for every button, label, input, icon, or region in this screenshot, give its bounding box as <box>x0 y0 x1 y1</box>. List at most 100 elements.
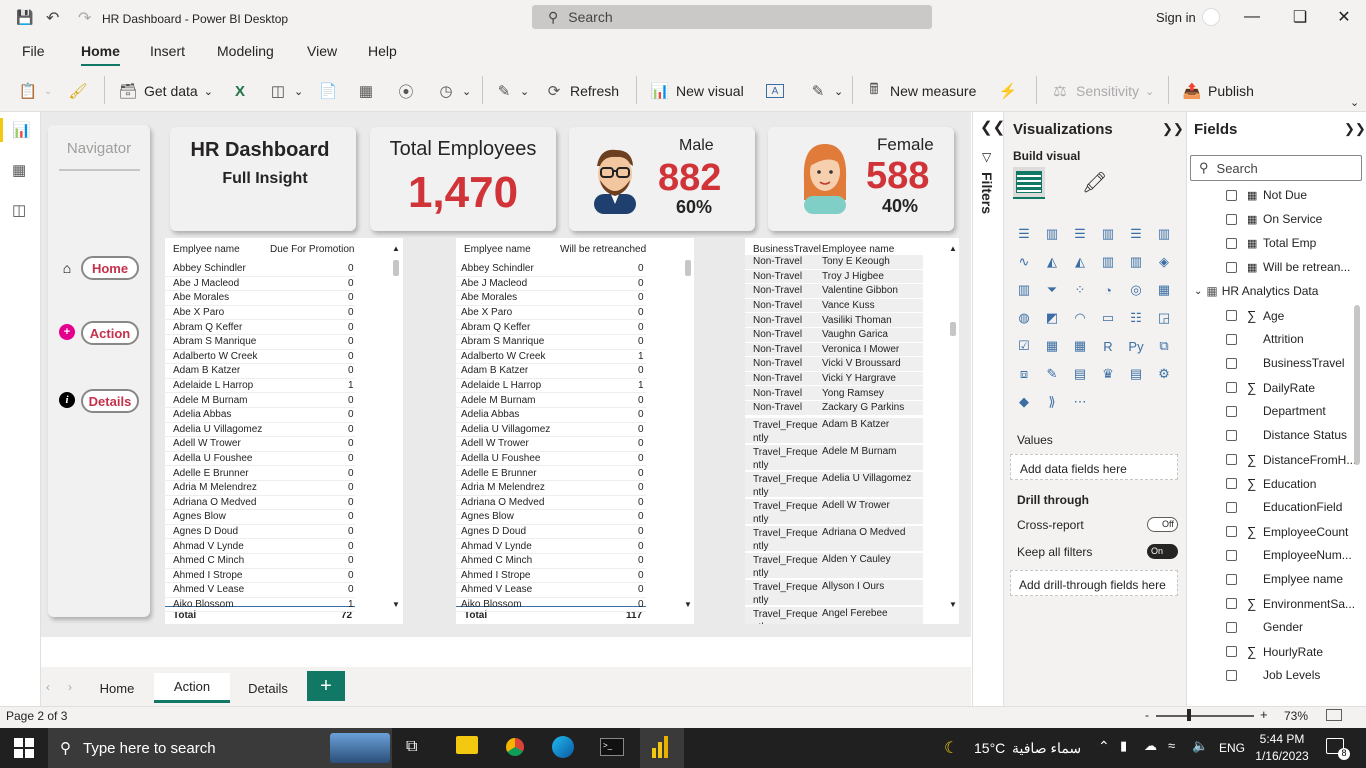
quick-measure-button[interactable]: ⚡ <box>998 80 1018 102</box>
field-item[interactable]: ▦ Not Due <box>1226 188 1307 202</box>
more-visuals-icon[interactable]: ⋯ <box>1070 392 1090 412</box>
field-item[interactable]: Attrition <box>1226 332 1304 346</box>
ribbon-chart-icon[interactable]: ◈ <box>1154 252 1174 272</box>
table-row[interactable]: Adella U Foushee 0 <box>165 452 355 467</box>
goals-icon[interactable]: ♛ <box>1098 364 1118 384</box>
waterfall-icon[interactable]: ▥ <box>1014 280 1034 300</box>
arcgis-icon[interactable]: ⟫ <box>1042 392 1062 412</box>
format-painter-button[interactable]: 🖌 <box>68 80 88 102</box>
cross-report-toggle[interactable]: Off <box>1147 517 1178 532</box>
nav-details-button[interactable]: Details <box>81 389 139 413</box>
zoom-slider[interactable] <box>1156 715 1254 717</box>
menu-help[interactable]: Help <box>368 43 397 59</box>
table-row[interactable]: Non-Travel Tony E Keough <box>745 255 923 270</box>
task-view-icon[interactable]: ⧉ <box>406 738 417 756</box>
text-box-button[interactable]: A <box>766 80 784 102</box>
column-header[interactable]: Emplyee name <box>464 244 531 255</box>
field-item[interactable]: BusinessTravel <box>1226 356 1345 370</box>
gauge-icon[interactable]: ◠ <box>1070 308 1090 328</box>
table-row[interactable]: Adria M Melendrez 0 <box>456 481 646 496</box>
cloud-icon[interactable]: ☁ <box>1144 738 1157 754</box>
weather-temp[interactable]: 15°C <box>974 740 1005 756</box>
tab-prev-icon[interactable]: ‹ <box>46 680 50 694</box>
table-row[interactable]: Non-Travel Vicki Y Hargrave <box>745 371 923 387</box>
add-drill-through-well[interactable]: Add drill-through fields here <box>1010 570 1178 596</box>
field-item[interactable]: EmployeeNum... <box>1226 548 1352 562</box>
scroll-down-icon[interactable]: ▼ <box>392 600 400 609</box>
table-row[interactable]: Abe X Paro 0 <box>165 306 355 321</box>
table-row[interactable]: Abbey Schindler 0 <box>165 262 355 277</box>
table-row[interactable]: Abe X Paro 0 <box>456 306 646 321</box>
r-visual-icon[interactable]: R <box>1098 336 1118 356</box>
table-row[interactable]: Ahmad V Lynde 0 <box>456 539 646 554</box>
checkbox[interactable] <box>1226 669 1237 681</box>
publish-button[interactable]: 📤 Publish <box>1182 80 1254 102</box>
table-row[interactable]: Travel_Freque ntly Alden Y Cauley <box>745 552 923 579</box>
power-apps-icon[interactable]: ◆ <box>1014 392 1034 412</box>
table-row[interactable]: Agnes Blow 0 <box>165 510 355 525</box>
table-row[interactable]: Travel_Freque ntly Adelia U Villagomez <box>745 471 923 498</box>
new-measure-button[interactable]: 🖩 New measure <box>864 80 976 102</box>
save-icon[interactable]: 💾 <box>16 8 34 26</box>
field-item[interactable]: ∑ DailyRate <box>1226 380 1315 395</box>
build-visual-tab[interactable] <box>1013 167 1045 199</box>
table-row[interactable]: Travel_Frequently Angel Ferebee <box>745 606 923 624</box>
table-row[interactable]: Adele M Burnam 0 <box>456 393 646 408</box>
table-row[interactable]: Abram S Manrique 0 <box>456 335 646 350</box>
table-row[interactable]: Adriana O Medved 0 <box>456 496 646 511</box>
table-row[interactable]: Adell W Trower 0 <box>165 437 355 452</box>
fields-search-input[interactable]: ⚲ Search <box>1190 155 1362 181</box>
field-item[interactable]: Emplyee name <box>1226 572 1343 586</box>
retrenchment-table[interactable]: Emplyee name Will be retreanched ▼ Total… <box>456 238 694 624</box>
table-row[interactable]: Abbey Schindler 0 <box>456 262 646 277</box>
table-row[interactable]: Agnes D Doud 0 <box>456 525 646 540</box>
checkbox[interactable] <box>1226 382 1237 393</box>
tab-details[interactable]: Details <box>230 673 306 703</box>
line-chart-icon[interactable]: ∿ <box>1014 252 1034 272</box>
column-header[interactable]: Emplyee name <box>173 244 240 255</box>
table-row[interactable]: Adelaide L Harrop 1 <box>456 379 646 394</box>
checkbox[interactable] <box>1226 646 1237 657</box>
field-item[interactable]: ▦ Will be retrean... <box>1226 260 1350 274</box>
table-row[interactable]: Adalberto W Creek 1 <box>456 350 646 365</box>
chrome-icon[interactable] <box>504 736 526 758</box>
redo-icon[interactable]: ↷ <box>78 8 91 28</box>
dataverse-button[interactable]: ⦿ <box>396 80 416 102</box>
filled-map-icon[interactable]: ◩ <box>1042 308 1062 328</box>
100-column-icon[interactable]: ▥ <box>1154 224 1174 244</box>
data-view-icon[interactable]: ▦ <box>12 161 26 179</box>
menu-home[interactable]: Home <box>81 43 120 67</box>
line-clustered-icon[interactable]: ▥ <box>1126 252 1146 272</box>
table-row[interactable]: Non-Travel Valentine Gibbon <box>745 284 923 299</box>
excel-button[interactable]: X <box>230 80 250 102</box>
more-visuals-button[interactable]: ✎ ⌄ <box>808 80 844 102</box>
field-item[interactable]: ∑ Age <box>1226 308 1284 323</box>
add-page-button[interactable]: + <box>307 671 345 701</box>
refresh-button[interactable]: ⟳ Refresh <box>544 80 619 102</box>
minimize-icon[interactable]: — <box>1240 6 1264 28</box>
table-row[interactable]: Adelia Abbas 0 <box>165 408 355 423</box>
scroll-down-icon[interactable]: ▼ <box>684 600 692 609</box>
promotion-table[interactable]: Emplyee name Due For Promotion ▲ ▼ Total… <box>165 238 403 624</box>
nav-home-button[interactable]: Home <box>81 256 139 280</box>
fields-scrollbar[interactable] <box>1354 305 1360 465</box>
column-header[interactable]: Employee name <box>822 244 894 255</box>
python-visual-icon[interactable]: Py <box>1126 336 1146 356</box>
table-scrollbar[interactable] <box>950 322 956 336</box>
table-row[interactable]: Ahmed V Lease 0 <box>165 583 355 598</box>
checkbox[interactable] <box>1226 598 1237 609</box>
tab-home[interactable]: Home <box>80 673 154 703</box>
column-header[interactable]: Due For Promotion <box>270 244 354 255</box>
menu-file[interactable]: File <box>22 43 45 59</box>
windows-start-icon[interactable] <box>14 738 34 758</box>
terminal-icon[interactable]: >_ <box>600 738 624 756</box>
narrative-icon[interactable]: ▤ <box>1070 364 1090 384</box>
pie-chart-icon[interactable]: ◔ <box>1098 280 1118 300</box>
table-row[interactable]: Adam B Katzer 0 <box>456 364 646 379</box>
get-data-button[interactable]: 🗃 Get data ⌄ <box>118 80 212 102</box>
battery-icon[interactable]: ▮ <box>1120 738 1127 754</box>
scroll-down-icon[interactable]: ▼ <box>949 600 957 609</box>
checkbox[interactable] <box>1226 261 1237 273</box>
field-item[interactable]: ▦ On Service <box>1226 212 1322 226</box>
menu-insert[interactable]: Insert <box>150 43 185 59</box>
